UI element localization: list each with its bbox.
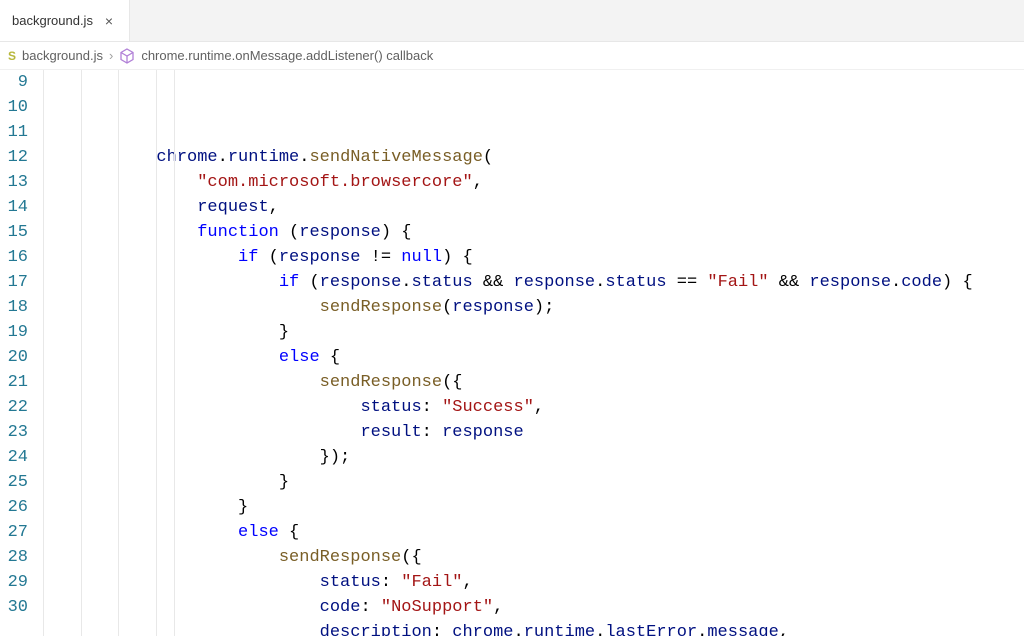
line-number: 24 [0,445,28,470]
breadcrumb-symbol[interactable]: chrome.runtime.onMessage.addListener() c… [141,48,433,63]
code-line[interactable]: chrome.runtime.sendNativeMessage( [34,145,1024,170]
code-line[interactable]: code: "NoSupport", [34,595,1024,620]
code-line[interactable]: if (response.status && response.status =… [34,270,1024,295]
line-number: 27 [0,520,28,545]
code-line[interactable]: else { [34,345,1024,370]
line-number: 26 [0,495,28,520]
code-editor[interactable]: 9101112131415161718192021222324252627282… [0,70,1024,636]
method-icon [119,48,135,64]
line-number: 19 [0,320,28,345]
code-line[interactable]: result: response [34,420,1024,445]
close-icon[interactable]: × [101,13,117,29]
code-line[interactable]: }); [34,445,1024,470]
code-content[interactable]: chrome.runtime.sendNativeMessage( "com.m… [34,70,1024,636]
code-line[interactable]: status: "Fail", [34,570,1024,595]
breadcrumb: S background.js › chrome.runtime.onMessa… [0,42,1024,70]
line-number: 14 [0,195,28,220]
code-line[interactable]: } [34,320,1024,345]
line-number: 28 [0,545,28,570]
line-number: 25 [0,470,28,495]
code-line[interactable]: sendResponse(response); [34,295,1024,320]
line-number-gutter: 9101112131415161718192021222324252627282… [0,70,34,636]
line-number: 13 [0,170,28,195]
line-number: 29 [0,570,28,595]
line-number: 17 [0,270,28,295]
line-number: 23 [0,420,28,445]
line-number: 30 [0,595,28,620]
code-line[interactable]: if (response != null) { [34,245,1024,270]
line-number: 9 [0,70,28,95]
code-line[interactable]: function (response) { [34,220,1024,245]
code-line[interactable]: status: "Success", [34,395,1024,420]
line-number: 22 [0,395,28,420]
code-line[interactable]: } [34,470,1024,495]
line-number: 10 [0,95,28,120]
code-line[interactable]: "com.microsoft.browsercore", [34,170,1024,195]
line-number: 11 [0,120,28,145]
line-number: 21 [0,370,28,395]
chevron-right-icon: › [109,48,113,63]
code-line[interactable]: sendResponse({ [34,545,1024,570]
tab-label: background.js [12,13,93,28]
line-number: 20 [0,345,28,370]
tab-background-js[interactable]: background.js × [0,0,130,41]
line-number: 18 [0,295,28,320]
code-line[interactable]: sendResponse({ [34,370,1024,395]
code-line[interactable]: description: chrome.runtime.lastError.me… [34,620,1024,636]
code-line[interactable]: else { [34,520,1024,545]
js-file-icon: S [8,49,16,63]
line-number: 15 [0,220,28,245]
line-number: 16 [0,245,28,270]
code-line[interactable]: request, [34,195,1024,220]
breadcrumb-file[interactable]: background.js [22,48,103,63]
code-line[interactable]: } [34,495,1024,520]
line-number: 12 [0,145,28,170]
editor-tabbar: background.js × [0,0,1024,42]
